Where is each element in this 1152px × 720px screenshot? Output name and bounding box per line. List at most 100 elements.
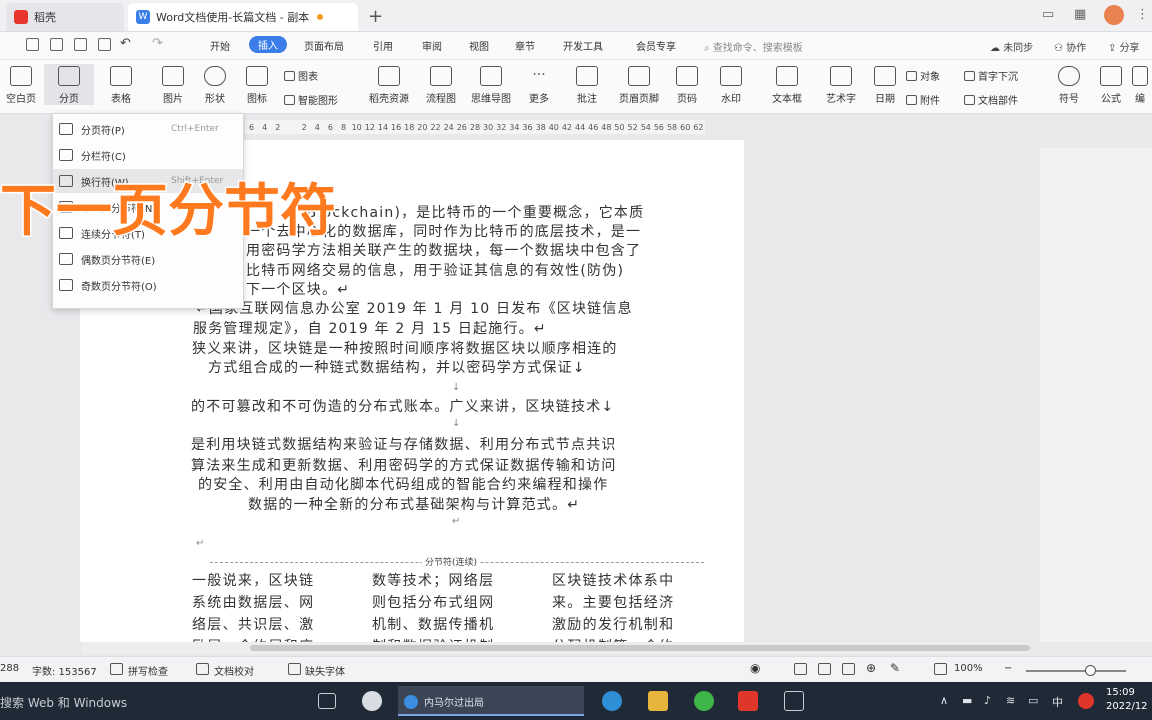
doc-parts-icon xyxy=(964,95,975,105)
menu-start[interactable]: 开始 xyxy=(210,38,230,53)
layout-icon[interactable]: ▭ xyxy=(1042,7,1054,22)
drop-cap-button[interactable]: 首字下沉 xyxy=(964,68,1018,83)
web-view-icon[interactable]: ⊕ xyxy=(866,661,876,675)
undo-icon[interactable]: ↶ xyxy=(120,36,131,51)
odd-page-section-icon xyxy=(59,279,73,291)
docer-resource-button[interactable]: 稻壳资源 xyxy=(364,64,414,105)
date-button[interactable]: 日期 xyxy=(860,64,910,105)
camera-icon[interactable] xyxy=(784,691,804,711)
page-break-icon xyxy=(58,66,80,86)
edit-button[interactable]: 编 xyxy=(1128,64,1152,105)
watermark-button[interactable]: 水印 xyxy=(706,64,756,105)
menu-layout[interactable]: 页面布局 xyxy=(304,38,344,53)
new-tab-button[interactable]: + xyxy=(368,6,383,27)
dd-column-break[interactable]: 分栏符(C) xyxy=(53,143,243,167)
dd-odd-page-section[interactable]: 奇数页分节符(O) xyxy=(53,273,243,297)
flowchart-button[interactable]: 流程图 xyxy=(416,64,466,105)
page-view-icon[interactable] xyxy=(794,663,807,675)
pen-icon[interactable]: ✎ xyxy=(890,661,900,675)
table-button[interactable]: 表格 xyxy=(96,64,146,105)
menu-section[interactable]: 章节 xyxy=(515,38,535,53)
menu-developer[interactable]: 开发工具 xyxy=(563,38,603,53)
eye-icon[interactable]: ◉ xyxy=(750,661,760,675)
taskbar-search[interactable]: 搜索 Web 和 Windows xyxy=(0,694,127,711)
wps-writer-icon[interactable] xyxy=(738,691,758,711)
tray-network-icon[interactable]: ▬ xyxy=(962,694,972,707)
zoom-slider-track[interactable] xyxy=(1026,670,1126,672)
word-count[interactable]: 字数: 153567 xyxy=(32,663,97,678)
smart-graphic-label: 智能图形 xyxy=(298,96,338,107)
tray-wifi-icon[interactable]: ≋ xyxy=(1006,694,1015,707)
dd-even-page-section[interactable]: 偶数页分节符(E) xyxy=(53,247,243,271)
green-app-icon[interactable] xyxy=(694,691,714,711)
missing-font-button[interactable]: 缺失字体 xyxy=(305,663,345,678)
ruler-tick-label: 12 xyxy=(364,122,375,132)
icon-library-button[interactable]: 图标 xyxy=(232,64,282,105)
share-button[interactable]: ⇪ 分享 xyxy=(1108,39,1140,54)
preview-icon[interactable] xyxy=(98,38,111,51)
comment-button[interactable]: 批注 xyxy=(562,64,612,105)
menu-review[interactable]: 审阅 xyxy=(422,38,442,53)
redo-icon[interactable]: ↷ xyxy=(152,36,163,51)
blank-page-button[interactable]: 空白页 xyxy=(0,64,46,105)
task-view-icon[interactable] xyxy=(318,693,336,709)
object-button[interactable]: 对象 xyxy=(906,68,940,83)
fit-page-icon[interactable] xyxy=(934,663,947,675)
tab-document[interactable]: W Word文档使用-长篇文档 - 副本 xyxy=(128,3,358,31)
command-search-placeholder: 查找命令、搜索模板 xyxy=(712,43,803,54)
avatar[interactable] xyxy=(1104,5,1124,25)
read-view-icon[interactable] xyxy=(842,663,855,675)
dd-page-break[interactable]: 分页符(P) Ctrl+Enter xyxy=(53,117,243,141)
export-icon[interactable] xyxy=(50,38,63,51)
column-line: 机制、数据传播机 xyxy=(372,617,495,633)
spell-check-button[interactable]: 拼写检查 xyxy=(128,663,168,678)
horizontal-ruler[interactable]: 6 4 2 2 4 6 8 10 12 14 16 18 20 22 24 26 28 30 32 34 36 38 40 4… xyxy=(245,120,705,134)
blank-page-label: 空白页 xyxy=(6,94,36,105)
collaborate-button[interactable]: ⚇ 协作 xyxy=(1054,39,1086,54)
taskbar-clock[interactable]: 15:09 2022/12 xyxy=(1106,686,1148,714)
save-icon[interactable] xyxy=(26,38,39,51)
doc-line-1: (Blockchain)，是比特币的一个重要概念，它本质 xyxy=(300,205,645,221)
page-break-button[interactable]: 分页 xyxy=(44,64,94,105)
dd-shortcut: Ctrl+Enter xyxy=(171,124,219,134)
edge-browser-icon[interactable] xyxy=(602,691,622,711)
title-tab-bar: 稻壳 W Word文档使用-长篇文档 - 副本 + ▭ ▦ ⋮ xyxy=(0,0,1152,32)
grid-icon[interactable]: ▦ xyxy=(1074,7,1086,22)
more-icon[interactable]: ⋮ xyxy=(1136,7,1149,22)
attachment-button[interactable]: 附件 xyxy=(906,92,940,107)
page-number-button[interactable]: 页码 xyxy=(662,64,712,105)
wordart-icon xyxy=(830,66,852,86)
sync-button[interactable]: ☁ 未同步 xyxy=(990,39,1033,54)
tray-display-icon[interactable]: ▭ xyxy=(1028,694,1038,707)
ime-indicator[interactable]: 中 xyxy=(1052,694,1063,710)
proofread-button[interactable]: 文档校对 xyxy=(214,663,254,678)
ruler-tick-label: 52 xyxy=(627,122,638,132)
ruler-tick-label: 2 xyxy=(275,122,281,132)
wordart-button[interactable]: 艺术字 xyxy=(816,64,866,105)
tray-volume-icon[interactable]: ♪ xyxy=(984,694,991,707)
mindmap-button[interactable]: 思维导图 xyxy=(466,64,516,105)
doc-parts-button[interactable]: 文档部件 xyxy=(964,92,1018,107)
zoom-level[interactable]: 100% xyxy=(954,663,983,674)
chart-button[interactable]: 图表 xyxy=(284,68,318,83)
sogou-icon[interactable] xyxy=(1078,693,1094,709)
menu-insert[interactable]: 插入 xyxy=(249,36,287,53)
command-search-input[interactable]: ⌕ 查找命令、搜索模板 xyxy=(704,39,803,54)
header-footer-button[interactable]: 页眉页脚 xyxy=(614,64,664,105)
menu-reference[interactable]: 引用 xyxy=(373,38,393,53)
tab-home[interactable]: 稻壳 xyxy=(6,3,124,31)
zoom-slider-knob[interactable] xyxy=(1085,665,1096,676)
smart-graphic-button[interactable]: 智能图形 xyxy=(284,92,338,107)
file-explorer-icon[interactable] xyxy=(648,691,668,711)
tray-up-icon[interactable]: ∧ xyxy=(940,694,948,707)
zoom-out-button[interactable]: − xyxy=(1004,663,1012,674)
outline-view-icon[interactable] xyxy=(818,663,831,675)
app-icon[interactable] xyxy=(362,691,382,711)
doc-line-12: 算法来生成和更新数据、利用密码学的方式保证数据传输和访问 xyxy=(191,458,617,474)
scrollbar-thumb[interactable] xyxy=(250,645,1030,651)
menu-view[interactable]: 视图 xyxy=(469,38,489,53)
menu-member[interactable]: 会员专享 xyxy=(636,38,676,53)
more-button[interactable]: ··· 更多 xyxy=(514,64,564,105)
textbox-button[interactable]: 文本框 xyxy=(762,64,812,105)
print-icon[interactable] xyxy=(74,38,87,51)
